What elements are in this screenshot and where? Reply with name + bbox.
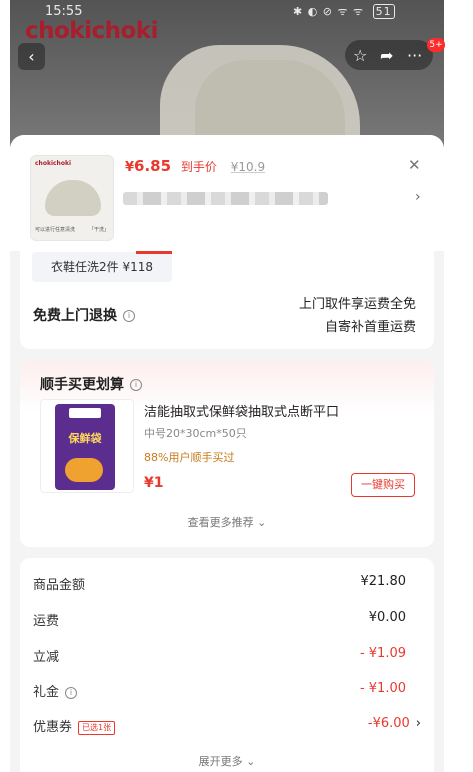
price-currency: ¥ [125, 160, 135, 175]
free-return-label: 免费上门退换 [33, 308, 117, 324]
gift-value: - ¥1.00 [359, 681, 406, 696]
status-indicators: ✱ ◐ ⊘ ᯤ ᯤ 51 [293, 4, 395, 19]
discount-label: 立减 [33, 650, 60, 665]
status-time: 15:55 [45, 4, 83, 19]
coupon-selected-tag: 已选1张 [78, 720, 116, 735]
coupon-value: -¥6.00 › [368, 716, 421, 731]
subtotal-label: 商品金额 [33, 578, 86, 593]
shipping-value: ¥0.00 [368, 610, 406, 625]
close-icon[interactable]: ✕ [408, 156, 421, 174]
fee-row-discount: 立减 - ¥1.09 [33, 646, 421, 666]
chevron-right-icon[interactable]: › [415, 189, 421, 205]
coupon-value-text: -¥6.00 [367, 716, 410, 731]
fee-row-gift: 礼金 i - ¥1.00 [33, 681, 421, 701]
battery-icon: 51 [372, 4, 395, 19]
price-breakdown-card: 商品金额 ¥21.80 运费 ¥0.00 立减 - ¥1.09 礼金 i - ¥1… [20, 558, 434, 772]
sheet-header: chokichoki 可以进行任意清洗 「干洗」 ¥6.85 到手价 ¥10.9… [10, 135, 444, 251]
discount-value: - ¥1.09 [359, 646, 406, 661]
page-edge-left [0, 0, 10, 772]
original-price: ¥10.9 [230, 160, 266, 174]
order-bottom-sheet: chokichoki 可以进行任意清洗 「干洗」 ¥6.85 到手价 ¥10.9… [10, 135, 444, 772]
bag-fruit-graphic [65, 458, 103, 482]
addon-price: ¥1 [144, 475, 164, 491]
return-policy-line1: 上门取件享运费全免 [298, 297, 416, 312]
notification-badge: 5+ [427, 38, 445, 52]
return-policy-line2: 自寄补首重运费 [324, 320, 416, 335]
info-icon[interactable]: i [65, 686, 78, 699]
product-spec-blurred [123, 192, 328, 205]
info-icon[interactable]: i [130, 379, 142, 391]
coupon-label: 优惠券 已选1张 [33, 716, 116, 735]
addon-card: 顺手买更划算 i 保鲜袋 洁能抽取式保鲜袋抽取式点断平口 中号20*30cm*50… [20, 361, 434, 547]
gift-label: 礼金 i [33, 681, 78, 700]
more-dots-icon[interactable]: ··· [407, 46, 422, 65]
final-price-tag: 到手价 [180, 160, 217, 174]
final-price: 6.85 [134, 157, 172, 175]
addon-product-spec: 中号20*30cm*50只 [144, 427, 247, 440]
subtotal-value: ¥21.80 [360, 574, 407, 589]
status-icons-text: ✱ ◐ ⊘ ᯤ ᯤ [293, 5, 365, 18]
addon-section-title: 顺手买更划算 i [40, 374, 142, 394]
thumbnail-slipper [45, 180, 101, 216]
product-thumbnail[interactable]: chokichoki 可以进行任意清洗 「干洗」 [30, 155, 114, 241]
addon-product-name[interactable]: 洁能抽取式保鲜袋抽取式点断平口 [144, 401, 339, 420]
one-click-buy-button[interactable]: 一键购买 [351, 473, 415, 497]
thumbnail-caption-left: 可以进行任意清洗 [35, 227, 76, 233]
expand-more-link[interactable]: 展开更多 ⌄ [20, 753, 434, 769]
gift-label-text: 礼金 [33, 685, 60, 700]
price-row: ¥6.85 到手价 ¥10.9 [125, 157, 265, 175]
free-return-title: 免费上门退换 i [33, 305, 135, 325]
chevron-left-icon: ‹ [28, 47, 35, 66]
addon-purchase-stat: 88%用户顺手买过 [144, 451, 235, 464]
favorite-star-icon[interactable]: ☆ [353, 46, 367, 65]
addon-product-image[interactable]: 保鲜袋 [40, 399, 134, 493]
share-icon[interactable]: ➦ [380, 46, 393, 65]
bag-label: 保鲜袋 [68, 432, 102, 445]
fee-row-subtotal: 商品金额 ¥21.80 [33, 574, 421, 594]
addon-title-text: 顺手买更划算 [40, 377, 124, 393]
brand-logo: chokichoki [25, 18, 158, 44]
fee-row-shipping: 运费 ¥0.00 [33, 610, 421, 630]
thumbnail-caption-right: 「干洗」 [89, 227, 110, 233]
shipping-label: 运费 [33, 614, 60, 629]
top-actions-bar: ☆ ➦ ··· [345, 40, 433, 70]
coupon-label-text: 优惠券 [33, 720, 73, 735]
info-icon[interactable]: i [123, 310, 135, 322]
service-card: 衣鞋任洗2件 ¥118 免费上门退换 i 上门取件享运费全免 自寄补首重运费 [20, 251, 434, 349]
cloth-wash-option[interactable]: 衣鞋任洗2件 ¥118 [32, 252, 172, 282]
fee-row-coupon[interactable]: 优惠券 已选1张 -¥6.00 › [33, 716, 421, 736]
chevron-right-icon: › [415, 716, 421, 731]
page-edge-right [444, 0, 473, 772]
bag-brand-strip [69, 408, 101, 418]
back-button[interactable]: ‹ [18, 43, 45, 70]
thumbnail-brand: chokichoki [35, 160, 71, 167]
cloth-wash-tab-marker [136, 251, 172, 254]
more-recommendations-link[interactable]: 查看更多推荐 ⌄ [20, 514, 434, 530]
